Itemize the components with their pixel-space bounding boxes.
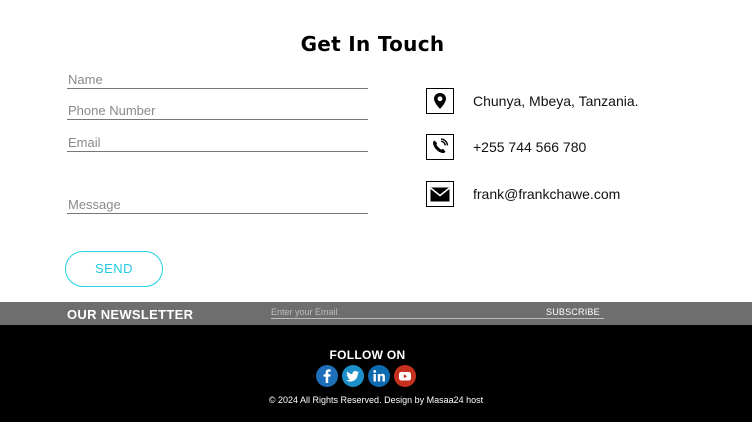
follow-on-label: FOLLOW ON [329, 348, 406, 362]
page: Get In Touch Name Phone Number Email Mes… [0, 0, 752, 422]
subscribe-button[interactable]: SUBSCRIBE [546, 307, 600, 317]
send-button[interactable]: SEND [65, 251, 163, 287]
map-pin-icon [426, 88, 454, 114]
envelope-icon [426, 181, 454, 207]
email-text: frank@frankchawe.com [473, 186, 621, 202]
copyright-text: © 2024 All Rights Reserved. Design by Ma… [268, 395, 484, 405]
footer: FOLLOW ON © 2024 All Rights Reserved. De… [0, 325, 752, 422]
youtube-icon[interactable] [394, 365, 416, 387]
phone-icon [426, 134, 454, 160]
twitter-icon[interactable] [342, 365, 364, 387]
linkedin-icon[interactable] [368, 365, 390, 387]
name-field[interactable]: Name [67, 73, 368, 89]
facebook-icon[interactable] [316, 365, 338, 387]
contact-title: Get In Touch [300, 32, 445, 56]
social-links [316, 365, 416, 387]
message-field[interactable]: Message [67, 198, 368, 214]
phone-text: +255 744 566 780 [473, 139, 587, 155]
address-text: Chunya, Mbeya, Tanzania. [473, 93, 639, 109]
newsletter-bar: OUR NEWSLETTER Enter your Email SUBSCRIB… [0, 302, 752, 325]
newsletter-title: OUR NEWSLETTER [67, 307, 194, 322]
phone-number-field[interactable]: Phone Number [67, 104, 368, 120]
email-field[interactable]: Email [67, 136, 368, 152]
